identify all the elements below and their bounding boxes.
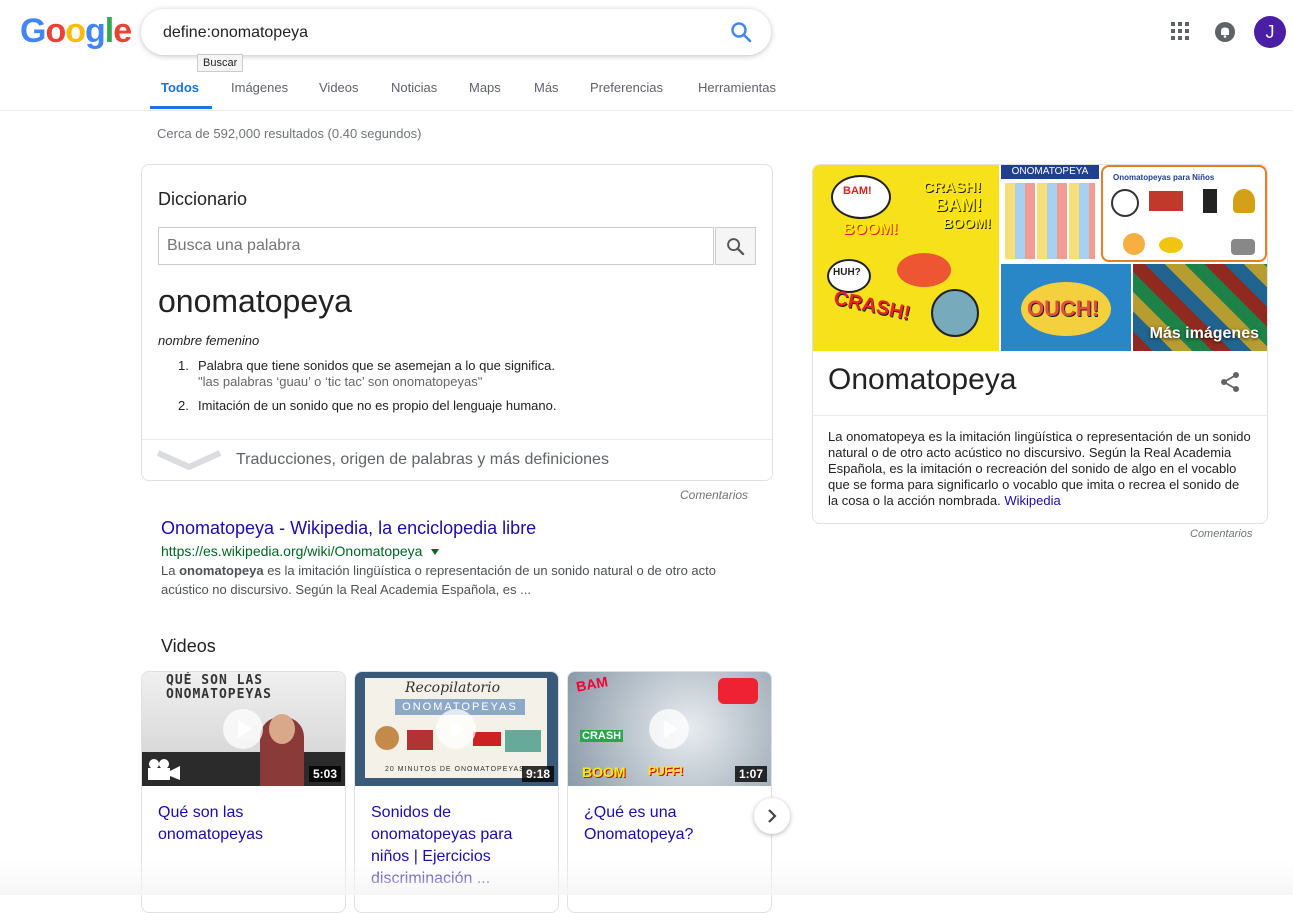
chevron-down-icon[interactable]: [156, 447, 222, 473]
definition-number: 2.: [178, 398, 189, 413]
tab-videos[interactable]: Videos: [319, 80, 359, 95]
knowledge-panel-divider: [813, 415, 1267, 416]
knowledge-panel-title: Onomatopeya: [828, 363, 1017, 396]
dictionary-divider: [142, 439, 772, 440]
knowledge-image[interactable]: ONOMATOPEYA: [1001, 165, 1099, 262]
url-dropdown-arrow-icon[interactable]: [430, 548, 440, 556]
result-stats: Cerca de 592,000 resultados (0.40 segund…: [157, 126, 422, 141]
part-of-speech: nombre femenino: [158, 333, 260, 348]
camera-icon: [148, 759, 180, 780]
play-icon[interactable]: [223, 709, 263, 749]
logo-letter: o: [45, 12, 66, 50]
image-caption: ONOMATOPEYA: [1001, 165, 1099, 179]
search-box[interactable]: [141, 9, 771, 55]
knowledge-image[interactable]: Onomatopeyas para Niños: [1101, 165, 1267, 262]
logo-letter: o: [65, 12, 86, 50]
chevron-right-icon: [768, 809, 777, 823]
thumbnail-text: Recopilatorio: [405, 680, 501, 696]
comic-word: OUCH!: [1027, 296, 1100, 321]
notifications-bell-icon[interactable]: [1214, 21, 1236, 43]
thumbnail-text: PUFF!: [648, 764, 684, 778]
google-logo[interactable]: Google: [20, 12, 132, 51]
header-divider: [0, 110, 1293, 111]
comic-word: BAM!: [935, 195, 982, 215]
video-duration: 1:07: [734, 766, 767, 782]
video-title[interactable]: ¿Qué es una Onomatopeya?: [584, 802, 759, 846]
tab-preferencias[interactable]: Preferencias: [590, 80, 663, 95]
more-definitions-link[interactable]: Traducciones, origen de palabras y más d…: [236, 451, 609, 469]
tab-imagenes[interactable]: Imágenes: [231, 80, 288, 95]
avatar[interactable]: J: [1254, 16, 1286, 48]
search-tooltip: Buscar: [197, 54, 244, 72]
result-snippet: La onomatopeya es la imitación lingüísti…: [161, 561, 761, 599]
logo-letter: G: [20, 12, 46, 50]
definition-text: Palabra que tiene sonidos que se asemeja…: [198, 358, 556, 373]
comic-word: BOOM!: [943, 215, 992, 231]
snippet-bold: onomatopeya: [179, 563, 264, 578]
search-icon[interactable]: [729, 20, 753, 44]
tab-herramientas[interactable]: Herramientas: [698, 80, 776, 95]
dictionary-card: Diccionario onomatopeya nombre femenino …: [141, 164, 773, 481]
tab-todos[interactable]: Todos: [161, 80, 199, 95]
snippet-prefix: La: [161, 563, 180, 578]
tab-maps[interactable]: Maps: [469, 80, 501, 95]
thumbnail-text: QUÉ SON LAS ONOMATOPEYAS: [166, 673, 272, 702]
video-thumbnail[interactable]: QUÉ SON LAS ONOMATOPEYAS 5:03: [142, 672, 345, 786]
share-icon[interactable]: [1219, 371, 1241, 393]
dictionary-search-input[interactable]: [158, 227, 714, 265]
video-duration: 9:18: [521, 766, 554, 782]
comic-word: CRASH!: [923, 179, 982, 196]
tab-noticias[interactable]: Noticias: [391, 80, 437, 95]
search-icon: [727, 238, 745, 256]
dictionary-word: onomatopeya: [158, 283, 352, 319]
comic-word: BOOM!: [843, 221, 899, 238]
videos-heading: Videos: [161, 636, 216, 656]
apps-grid-icon[interactable]: [1171, 22, 1189, 40]
knowledge-panel: BAM! CRASH! BAM! BOOM! BOOM! HUH? CRASH!…: [812, 164, 1268, 524]
logo-letter: e: [113, 12, 132, 50]
video-thumbnail[interactable]: Recopilatorio ONOMATOPEYAS 20 MINUTOS DE…: [355, 672, 558, 786]
tab-mas[interactable]: Más: [534, 80, 559, 95]
video-title[interactable]: Qué son las onomatopeyas: [158, 802, 333, 846]
definition-text: Imitación de un sonido que no es propio …: [198, 398, 557, 413]
image-caption: Onomatopeyas para Niños: [1113, 173, 1215, 182]
knowledge-panel-description: La onomatopeya es la imitación lingüísti…: [828, 429, 1252, 509]
play-icon[interactable]: [436, 709, 476, 749]
comic-word: CRASH!: [831, 287, 913, 325]
dictionary-feedback-link[interactable]: Comentarios: [680, 488, 748, 502]
knowledge-image[interactable]: BAM! CRASH! BAM! BOOM! BOOM! HUH? CRASH!: [813, 165, 999, 351]
dictionary-search-button[interactable]: [715, 227, 756, 265]
knowledge-panel-feedback-link[interactable]: Comentarios: [1190, 528, 1252, 540]
knowledge-image[interactable]: OUCH!: [1001, 264, 1131, 351]
comic-word: BAM!: [843, 185, 872, 197]
videos-next-button[interactable]: [754, 798, 790, 834]
search-input[interactable]: [161, 19, 705, 47]
video-thumbnail[interactable]: BAM CRASH BOOM PUFF! 1:07: [568, 672, 771, 786]
result-title-link[interactable]: Onomatopeya - Wikipedia, la enciclopedia…: [161, 518, 536, 539]
result-url[interactable]: https://es.wikipedia.org/wiki/Onomatopey…: [161, 543, 440, 559]
more-images-label[interactable]: Más imágenes: [1150, 325, 1259, 343]
bottom-fade: [0, 860, 1293, 895]
logo-letter: l: [104, 12, 115, 50]
thumbnail-text: CRASH: [580, 730, 624, 742]
video-duration: 5:03: [308, 766, 341, 782]
wikipedia-source-link[interactable]: Wikipedia: [1004, 493, 1060, 508]
active-tab-indicator: [150, 106, 212, 109]
more-images-link[interactable]: Más imágenes: [1133, 264, 1267, 351]
thumbnail-text: BOOM: [582, 764, 626, 780]
result-url-text[interactable]: https://es.wikipedia.org/wiki/Onomatopey…: [161, 543, 422, 559]
play-icon[interactable]: [649, 709, 689, 749]
definition-example: "las palabras ‘guau’ o ‘tic tac’ son ono…: [198, 374, 483, 389]
thumbnail-text: 20 MINUTOS DE ONOMATOPEYAS: [385, 766, 525, 773]
comic-word: HUH?: [833, 267, 861, 278]
dictionary-title: Diccionario: [158, 189, 248, 209]
logo-letter: g: [85, 12, 106, 50]
definition-number: 1.: [178, 358, 189, 373]
